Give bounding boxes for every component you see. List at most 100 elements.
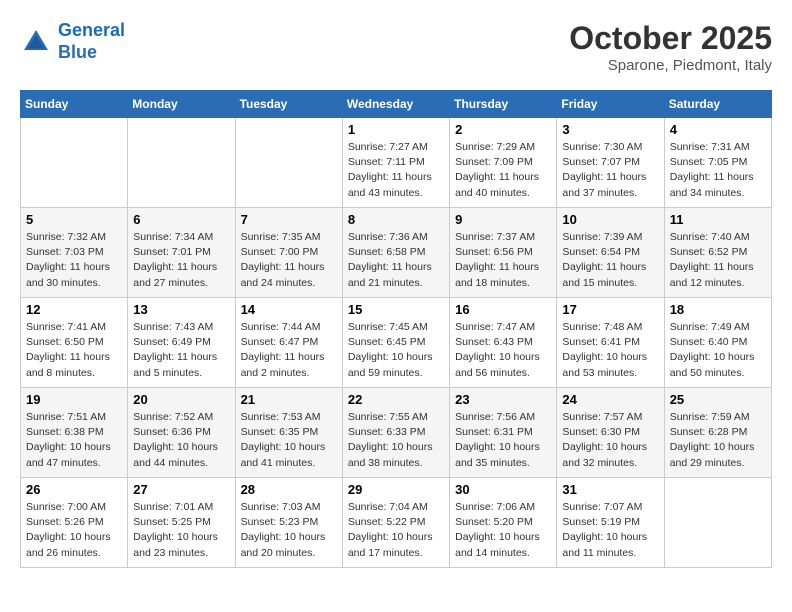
weekday-header: Monday <box>128 91 235 118</box>
day-number: 20 <box>133 392 229 407</box>
day-number: 26 <box>26 482 122 497</box>
day-number: 27 <box>133 482 229 497</box>
calendar-day-cell: 9Sunrise: 7:37 AM Sunset: 6:56 PM Daylig… <box>450 208 557 298</box>
calendar-day-cell: 10Sunrise: 7:39 AM Sunset: 6:54 PM Dayli… <box>557 208 664 298</box>
day-number: 22 <box>348 392 444 407</box>
day-number: 11 <box>670 212 766 227</box>
weekday-header: Thursday <box>450 91 557 118</box>
logo: General Blue <box>20 20 125 63</box>
day-number: 15 <box>348 302 444 317</box>
calendar-week-row: 12 Sunrise: 7:41 AM Sunset: 6:50 PM Dayli… <box>21 298 772 388</box>
day-info: Sunrise: 7:03 AM Sunset: 5:23 PM Dayligh… <box>241 500 337 561</box>
day-number: 8 <box>348 212 444 227</box>
weekday-header: Tuesday <box>235 91 342 118</box>
day-info: Sunrise: 7:00 AM Sunset: 5:26 PM Dayligh… <box>26 500 122 561</box>
calendar-day-cell: 5 Sunrise: 7:32 AM Sunset: 7:03 PM Daylig… <box>21 208 128 298</box>
weekday-header: Saturday <box>664 91 771 118</box>
day-number: 2 <box>455 122 551 137</box>
day-info: Sunrise: 7:48 AM Sunset: 6:41 PM Dayligh… <box>562 320 658 381</box>
day-info: Sunrise: 7:43 AM Sunset: 6:49 PM Dayligh… <box>133 320 229 381</box>
day-info: Sunrise: 7:35 AM Sunset: 7:00 PM Dayligh… <box>241 230 337 291</box>
day-info: Sunrise: 7:51 AM Sunset: 6:38 PM Dayligh… <box>26 410 122 471</box>
day-info: Sunrise: 7:39 AM Sunset: 6:54 PM Dayligh… <box>562 230 658 291</box>
day-info: Sunrise: 7:36 AM Sunset: 6:58 PM Dayligh… <box>348 230 444 291</box>
day-number: 7 <box>241 212 337 227</box>
day-info: Sunrise: 7:40 AM Sunset: 6:52 PM Dayligh… <box>670 230 766 291</box>
day-info: Sunrise: 7:53 AM Sunset: 6:35 PM Dayligh… <box>241 410 337 471</box>
day-number: 30 <box>455 482 551 497</box>
calendar-day-cell: 21 Sunrise: 7:53 AM Sunset: 6:35 PM Dayli… <box>235 388 342 478</box>
calendar-day-cell: 15 Sunrise: 7:45 AM Sunset: 6:45 PM Dayli… <box>342 298 449 388</box>
day-number: 28 <box>241 482 337 497</box>
day-number: 16 <box>455 302 551 317</box>
calendar-day-cell: 30 Sunrise: 7:06 AM Sunset: 5:20 PM Dayli… <box>450 478 557 568</box>
day-info: Sunrise: 7:57 AM Sunset: 6:30 PM Dayligh… <box>562 410 658 471</box>
calendar-day-cell: 23 Sunrise: 7:56 AM Sunset: 6:31 PM Dayli… <box>450 388 557 478</box>
day-number: 29 <box>348 482 444 497</box>
day-info: Sunrise: 7:31 AM Sunset: 7:05 PM Dayligh… <box>670 140 766 201</box>
calendar-body: 1 Sunrise: 7:27 AM Sunset: 7:11 PM Daylig… <box>21 118 772 568</box>
day-info: Sunrise: 7:06 AM Sunset: 5:20 PM Dayligh… <box>455 500 551 561</box>
logo-blue: Blue <box>58 42 97 62</box>
day-info: Sunrise: 7:56 AM Sunset: 6:31 PM Dayligh… <box>455 410 551 471</box>
weekday-header: Friday <box>557 91 664 118</box>
calendar-day-cell: 20 Sunrise: 7:52 AM Sunset: 6:36 PM Dayli… <box>128 388 235 478</box>
calendar-day-cell: 28 Sunrise: 7:03 AM Sunset: 5:23 PM Dayli… <box>235 478 342 568</box>
calendar-day-cell: 16 Sunrise: 7:47 AM Sunset: 6:43 PM Dayli… <box>450 298 557 388</box>
logo-icon <box>20 26 52 58</box>
calendar-day-cell: 6Sunrise: 7:34 AM Sunset: 7:01 PM Daylig… <box>128 208 235 298</box>
month-title: October 2025 <box>569 20 772 57</box>
calendar-day-cell: 17 Sunrise: 7:48 AM Sunset: 6:41 PM Dayli… <box>557 298 664 388</box>
calendar-week-row: 26 Sunrise: 7:00 AM Sunset: 5:26 PM Dayli… <box>21 478 772 568</box>
day-info: Sunrise: 7:45 AM Sunset: 6:45 PM Dayligh… <box>348 320 444 381</box>
calendar-day-cell: 3 Sunrise: 7:30 AM Sunset: 7:07 PM Daylig… <box>557 118 664 208</box>
calendar-day-cell <box>128 118 235 208</box>
day-info: Sunrise: 7:07 AM Sunset: 5:19 PM Dayligh… <box>562 500 658 561</box>
weekday-row: SundayMondayTuesdayWednesdayThursdayFrid… <box>21 91 772 118</box>
day-number: 12 <box>26 302 122 317</box>
calendar-day-cell <box>664 478 771 568</box>
day-info: Sunrise: 7:29 AM Sunset: 7:09 PM Dayligh… <box>455 140 551 201</box>
day-number: 21 <box>241 392 337 407</box>
calendar-day-cell <box>21 118 128 208</box>
day-number: 19 <box>26 392 122 407</box>
day-info: Sunrise: 7:01 AM Sunset: 5:25 PM Dayligh… <box>133 500 229 561</box>
day-number: 3 <box>562 122 658 137</box>
day-info: Sunrise: 7:04 AM Sunset: 5:22 PM Dayligh… <box>348 500 444 561</box>
calendar-day-cell: 1 Sunrise: 7:27 AM Sunset: 7:11 PM Daylig… <box>342 118 449 208</box>
day-number: 31 <box>562 482 658 497</box>
day-number: 6 <box>133 212 229 227</box>
logo-text: General Blue <box>58 20 125 63</box>
day-info: Sunrise: 7:32 AM Sunset: 7:03 PM Dayligh… <box>26 230 122 291</box>
calendar-week-row: 1 Sunrise: 7:27 AM Sunset: 7:11 PM Daylig… <box>21 118 772 208</box>
day-info: Sunrise: 7:47 AM Sunset: 6:43 PM Dayligh… <box>455 320 551 381</box>
calendar-day-cell: 13 Sunrise: 7:43 AM Sunset: 6:49 PM Dayli… <box>128 298 235 388</box>
calendar-week-row: 5 Sunrise: 7:32 AM Sunset: 7:03 PM Daylig… <box>21 208 772 298</box>
day-info: Sunrise: 7:30 AM Sunset: 7:07 PM Dayligh… <box>562 140 658 201</box>
location-subtitle: Sparone, Piedmont, Italy <box>569 57 772 74</box>
day-info: Sunrise: 7:41 AM Sunset: 6:50 PM Dayligh… <box>26 320 122 381</box>
day-number: 14 <box>241 302 337 317</box>
calendar-day-cell: 18Sunrise: 7:49 AM Sunset: 6:40 PM Dayli… <box>664 298 771 388</box>
calendar-day-cell: 27 Sunrise: 7:01 AM Sunset: 5:25 PM Dayli… <box>128 478 235 568</box>
day-info: Sunrise: 7:44 AM Sunset: 6:47 PM Dayligh… <box>241 320 337 381</box>
day-number: 23 <box>455 392 551 407</box>
calendar-day-cell: 29 Sunrise: 7:04 AM Sunset: 5:22 PM Dayli… <box>342 478 449 568</box>
day-number: 18 <box>670 302 766 317</box>
calendar-week-row: 19 Sunrise: 7:51 AM Sunset: 6:38 PM Dayli… <box>21 388 772 478</box>
day-number: 5 <box>26 212 122 227</box>
day-number: 25 <box>670 392 766 407</box>
calendar-header: SundayMondayTuesdayWednesdayThursdayFrid… <box>21 91 772 118</box>
weekday-header: Wednesday <box>342 91 449 118</box>
day-number: 1 <box>348 122 444 137</box>
calendar-table: SundayMondayTuesdayWednesdayThursdayFrid… <box>20 90 772 568</box>
calendar-day-cell: 24Sunrise: 7:57 AM Sunset: 6:30 PM Dayli… <box>557 388 664 478</box>
calendar-day-cell: 4 Sunrise: 7:31 AM Sunset: 7:05 PM Daylig… <box>664 118 771 208</box>
day-info: Sunrise: 7:27 AM Sunset: 7:11 PM Dayligh… <box>348 140 444 201</box>
day-info: Sunrise: 7:52 AM Sunset: 6:36 PM Dayligh… <box>133 410 229 471</box>
day-number: 4 <box>670 122 766 137</box>
calendar-day-cell: 12 Sunrise: 7:41 AM Sunset: 6:50 PM Dayli… <box>21 298 128 388</box>
day-number: 17 <box>562 302 658 317</box>
calendar-day-cell: 22Sunrise: 7:55 AM Sunset: 6:33 PM Dayli… <box>342 388 449 478</box>
day-number: 13 <box>133 302 229 317</box>
